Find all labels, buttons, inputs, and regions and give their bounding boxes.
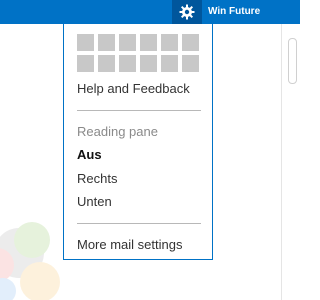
theme-swatch[interactable] bbox=[119, 34, 136, 51]
decorative-circle bbox=[20, 262, 60, 300]
theme-swatch[interactable] bbox=[161, 34, 178, 51]
top-bar: Win Future bbox=[0, 0, 300, 24]
theme-swatch[interactable] bbox=[98, 34, 115, 51]
decorative-circle bbox=[14, 222, 50, 258]
gear-icon bbox=[179, 4, 195, 20]
reading-pane-option-unten[interactable]: Unten bbox=[77, 194, 112, 209]
help-and-feedback-item[interactable]: Help and Feedback bbox=[77, 81, 190, 96]
theme-swatch[interactable] bbox=[77, 34, 94, 51]
decorative-circle bbox=[0, 278, 16, 300]
mail-app-window: Win Future Help and Feedback Reading pan… bbox=[0, 0, 300, 300]
settings-button[interactable] bbox=[172, 0, 202, 24]
menu-divider bbox=[77, 223, 201, 224]
theme-swatch[interactable] bbox=[77, 55, 94, 72]
menu-divider bbox=[77, 110, 201, 111]
reading-pane-option-aus[interactable]: Aus bbox=[77, 147, 102, 162]
theme-swatch[interactable] bbox=[182, 55, 199, 72]
theme-swatch[interactable] bbox=[98, 55, 115, 72]
theme-swatch[interactable] bbox=[140, 34, 157, 51]
reading-pane-heading: Reading pane bbox=[77, 124, 158, 139]
theme-swatch[interactable] bbox=[119, 55, 136, 72]
more-mail-settings-item[interactable]: More mail settings bbox=[77, 237, 182, 252]
scroll-thumb[interactable] bbox=[288, 38, 297, 84]
settings-menu: Help and Feedback Reading pane Aus Recht… bbox=[63, 24, 213, 260]
reading-pane-option-rechts[interactable]: Rechts bbox=[77, 171, 117, 186]
theme-swatch[interactable] bbox=[140, 55, 157, 72]
swatch-row bbox=[77, 55, 202, 72]
theme-swatch[interactable] bbox=[182, 34, 199, 51]
theme-swatches bbox=[77, 34, 202, 76]
swatch-row bbox=[77, 34, 202, 51]
user-name-link[interactable]: Win Future bbox=[208, 0, 260, 24]
theme-swatch[interactable] bbox=[161, 55, 178, 72]
side-panel-scrollbar[interactable] bbox=[281, 24, 300, 300]
